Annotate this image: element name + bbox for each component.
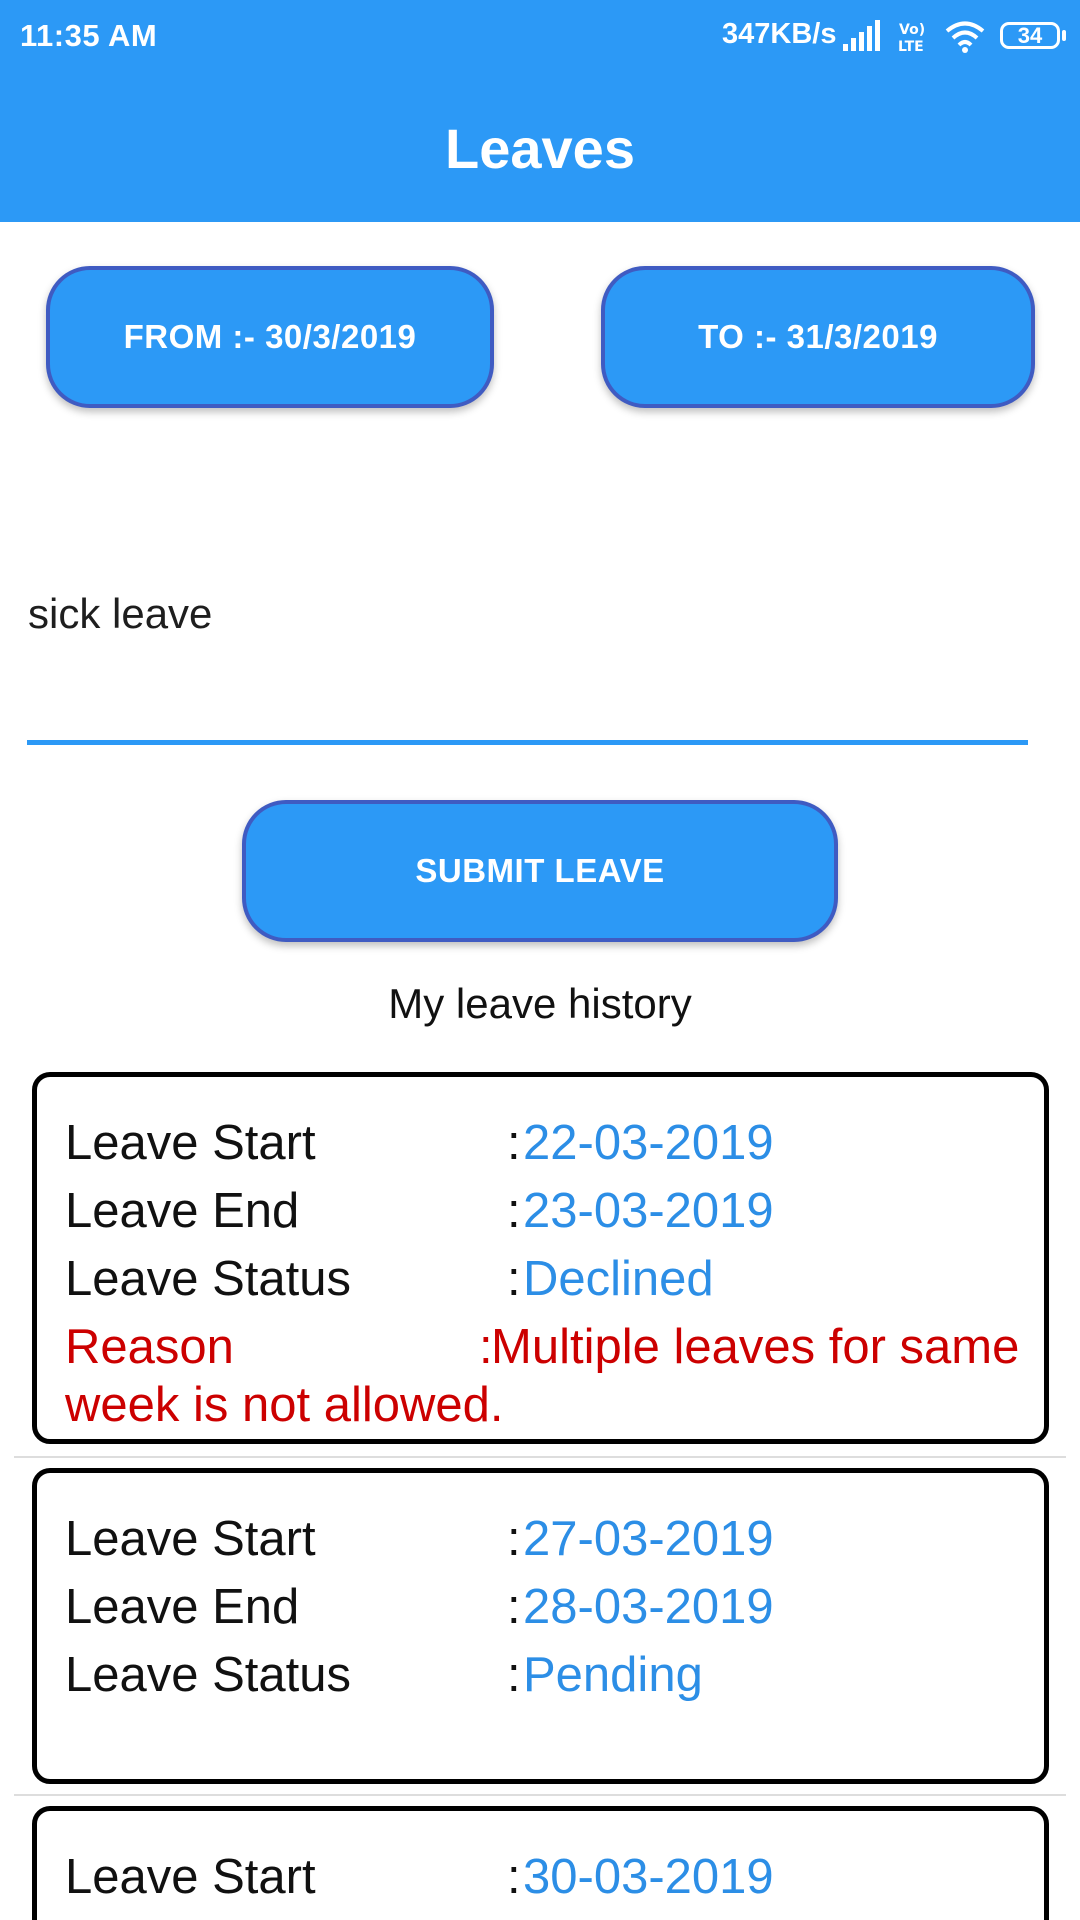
input-underline xyxy=(27,740,1028,745)
list-divider xyxy=(14,1456,1066,1458)
submit-leave-button[interactable]: SUBMIT LEAVE xyxy=(242,800,838,942)
colon: : xyxy=(507,1184,521,1238)
leave-end-value: 28-03-2019 xyxy=(523,1580,774,1634)
colon: : xyxy=(507,1648,521,1702)
wifi-icon xyxy=(945,21,985,53)
leave-end-value: 23-03-2019 xyxy=(523,1184,774,1238)
leave-status-label: Leave Status xyxy=(65,1252,352,1306)
reason-value-line1: Multiple leaves for same xyxy=(491,1320,1020,1374)
svg-text:Vo): Vo) xyxy=(899,22,925,38)
leave-end-label: Leave End xyxy=(65,1184,300,1238)
leave-start-label: Leave Start xyxy=(65,1850,316,1904)
leave-start-value: 27-03-2019 xyxy=(523,1512,774,1566)
volte-icon: Vo) LTE xyxy=(898,22,925,54)
leave-status-value: Pending xyxy=(523,1648,703,1702)
leave-card: Leave Start : 22-03-2019 Leave End : 23-… xyxy=(32,1072,1049,1444)
from-date-button[interactable]: FROM :- 30/3/2019 xyxy=(46,266,494,408)
leave-end-label: Leave End xyxy=(65,1580,300,1634)
battery-level: 34 xyxy=(1017,22,1043,48)
leave-start-label: Leave Start xyxy=(65,1116,316,1170)
colon: : xyxy=(507,1850,521,1904)
colon: : xyxy=(507,1252,521,1306)
leave-card: Leave Start : 27-03-2019 Leave End : 28-… xyxy=(32,1468,1049,1784)
status-time: 11:35 AM xyxy=(20,18,158,53)
colon: : xyxy=(507,1116,521,1170)
app-bar: 11:35 AM 347KB/s Vo) LTE 34 Leaves xyxy=(0,0,1080,222)
leave-card: Leave Start : 30-03-2019 xyxy=(32,1806,1049,1920)
reason-value-line2: week is not allowed. xyxy=(65,1378,504,1432)
leave-start-label: Leave Start xyxy=(65,1512,316,1566)
signal-icon xyxy=(843,20,880,51)
reason-label: Reason xyxy=(65,1320,234,1374)
leave-reason-input[interactable]: sick leave xyxy=(28,590,212,638)
battery-tip xyxy=(1062,30,1066,41)
network-speed: 347KB/s xyxy=(722,18,837,50)
battery-icon: 34 xyxy=(1000,22,1060,49)
status-bar: 11:35 AM 347KB/s Vo) LTE 34 xyxy=(0,0,1080,74)
leave-start-value: 22-03-2019 xyxy=(523,1116,774,1170)
to-date-button[interactable]: TO :- 31/3/2019 xyxy=(601,266,1035,408)
svg-text:LTE: LTE xyxy=(898,39,924,54)
colon: : xyxy=(507,1580,521,1634)
leave-start-value: 30-03-2019 xyxy=(523,1850,774,1904)
leave-status-value: Declined xyxy=(523,1252,714,1306)
leave-status-label: Leave Status xyxy=(65,1648,352,1702)
page-title: Leaves xyxy=(445,117,635,180)
list-divider xyxy=(14,1794,1066,1796)
leave-history-title: My leave history xyxy=(388,980,692,1027)
colon: : xyxy=(507,1512,521,1566)
